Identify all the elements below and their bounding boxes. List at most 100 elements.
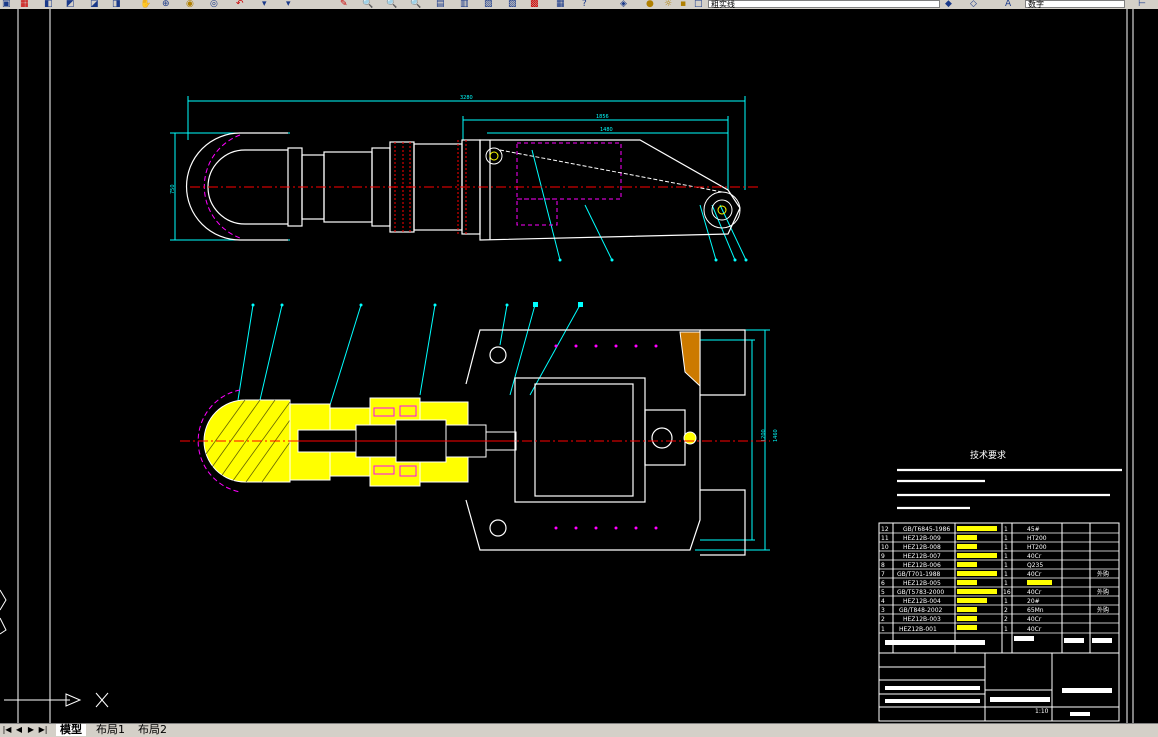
svg-text:HEZ12B-001: HEZ12B-001 [899,626,937,633]
layer-manager-icon[interactable]: ◈ [620,0,627,9]
svg-text:HT200: HT200 [1027,535,1047,542]
svg-text:40Cr: 40Cr [1027,571,1042,578]
print-icon[interactable]: ▦ [20,0,29,9]
svg-text:40Cr: 40Cr [1027,616,1042,623]
layer-name: 粗实线 [711,0,735,9]
svg-text:1: 1 [1004,553,1008,560]
tool-palettes-icon[interactable]: ▧ [484,0,493,9]
calculator-icon[interactable]: ▦ [556,0,565,9]
svg-text:1: 1 [1004,535,1008,542]
cut-icon[interactable]: ◧ [44,0,53,9]
layout-tabs: |◀ ◀ ▶ ▶| 模型 布局1 布局2 [0,723,1158,737]
text-style-icon[interactable]: A [1005,0,1011,9]
layer-previous-icon[interactable]: ◇ [970,0,977,9]
svg-text:外购: 外购 [1097,588,1109,596]
zoom-in-icon[interactable]: 🔍 [362,0,373,9]
svg-text:外购: 外购 [1097,606,1109,614]
svg-text:HEZ12B-003: HEZ12B-003 [903,616,941,623]
properties-icon[interactable]: ▤ [436,0,445,9]
svg-text:7: 7 [881,571,885,578]
svg-text:HEZ12B-004: HEZ12B-004 [903,598,941,605]
tech-req-title: 技术要求 [970,449,1006,461]
redo-icon[interactable]: ▾ [262,0,267,9]
svg-text:5: 5 [881,589,885,596]
svg-text:2: 2 [1004,607,1008,614]
pan-icon[interactable]: ✋ [140,0,151,9]
dim-right-b: 1460 [773,429,779,442]
cad-drawing: 3280 1856 1480 750 1200 1460 技术要求 12 GB/… [0,9,1134,723]
paste-icon[interactable]: ◪ [90,0,99,9]
svg-text:2: 2 [881,616,885,623]
layer-bulb-icon: ● [646,0,654,9]
first-tab-icon[interactable]: |◀ [2,724,12,736]
svg-text:HEZ12B-007: HEZ12B-007 [903,553,941,560]
prev-tab-icon[interactable]: ◀ [14,724,24,736]
tab-model[interactable]: 模型 [56,724,86,736]
svg-text:HT200: HT200 [1027,544,1047,551]
distance-icon[interactable]: ✎ [340,0,348,9]
layer-color-icon: □ [694,0,703,9]
zoom-window-icon[interactable]: ◉ [186,0,194,9]
make-current-icon[interactable]: ◆ [945,0,952,9]
svg-text:1: 1 [1004,626,1008,633]
svg-text:HEZ12B-006: HEZ12B-006 [903,562,941,569]
svg-text:40Cr: 40Cr [1027,626,1042,633]
svg-text:1: 1 [1004,544,1008,551]
undo-icon[interactable]: ↶ [236,0,244,9]
svg-text:65Mn: 65Mn [1027,607,1044,614]
svg-text:10: 10 [881,544,889,551]
zoom-extents-icon[interactable]: 🔍 [410,0,421,9]
layer-combo[interactable]: 粗实线 [708,0,940,9]
tab-layout1[interactable]: 布局1 [92,724,129,736]
dim-upper-a: 1856 [596,114,609,120]
svg-text:9: 9 [881,553,885,560]
svg-text:3: 3 [881,607,885,614]
svg-text:1: 1 [1004,526,1008,533]
svg-text:12: 12 [881,526,889,533]
tab-layout2[interactable]: 布局2 [134,724,171,736]
match-properties-icon[interactable]: ◨ [112,0,121,9]
dim-upper-b: 1480 [600,127,613,133]
design-center-icon[interactable]: ▥ [460,0,469,9]
model-space[interactable]: 3280 1856 1480 750 1200 1460 技术要求 12 GB/… [0,9,1158,723]
dim-overall: 3280 [460,95,473,101]
svg-text:20#: 20# [1027,598,1040,605]
svg-text:HEZ12B-009: HEZ12B-009 [903,535,941,542]
copy-icon[interactable]: ◩ [66,0,75,9]
help-icon[interactable]: ? [582,0,587,9]
dropdown-arrow-icon[interactable]: ▾ [286,0,291,9]
style-combo[interactable]: 数字 [1025,0,1125,9]
svg-text:8: 8 [881,562,885,569]
next-tab-icon[interactable]: ▶ [26,724,36,736]
svg-text:1: 1 [1004,571,1008,578]
svg-text:4: 4 [881,598,885,605]
zoom-realtime-icon[interactable]: ⊕ [162,0,170,9]
svg-text:GB/T6845-1986: GB/T6845-1986 [903,526,950,533]
svg-text:1: 1 [1004,580,1008,587]
table-row: 6 HEZ12B-005 1 [881,580,1008,587]
svg-text:GB/T701-1988: GB/T701-1988 [897,571,941,578]
svg-text:1: 1 [1004,562,1008,569]
svg-text:40Cr: 40Cr [1027,589,1042,596]
markup-icon[interactable]: ▩ [530,0,539,9]
last-tab-icon[interactable]: ▶| [38,724,48,736]
svg-text:HEZ12B-005: HEZ12B-005 [903,580,941,587]
style-name: 数字 [1028,0,1044,9]
svg-text:16: 16 [1003,589,1011,596]
table-row: 3 GB/T848-2002 2 65Mn 外购 [881,606,1109,614]
svg-text:2: 2 [1004,616,1008,623]
sheet-set-icon[interactable]: ▨ [508,0,517,9]
dim-left-height: 750 [170,184,176,194]
open-icon[interactable]: ▣ [2,0,11,9]
zoom-out-icon[interactable]: 🔍 [386,0,397,9]
svg-text:1: 1 [881,626,885,633]
zoom-previous-icon[interactable]: ◎ [210,0,218,9]
svg-text:40Cr: 40Cr [1027,553,1042,560]
svg-text:45#: 45# [1027,526,1040,533]
svg-text:HEZ12B-008: HEZ12B-008 [903,544,941,551]
layer-sun-icon: ☼ [664,0,673,9]
svg-text:GB/T5783-2000: GB/T5783-2000 [897,589,944,596]
svg-text:Q235: Q235 [1027,562,1043,569]
svg-text:11: 11 [881,535,889,542]
dim-style-icon[interactable]: ⊢ [1138,0,1146,9]
